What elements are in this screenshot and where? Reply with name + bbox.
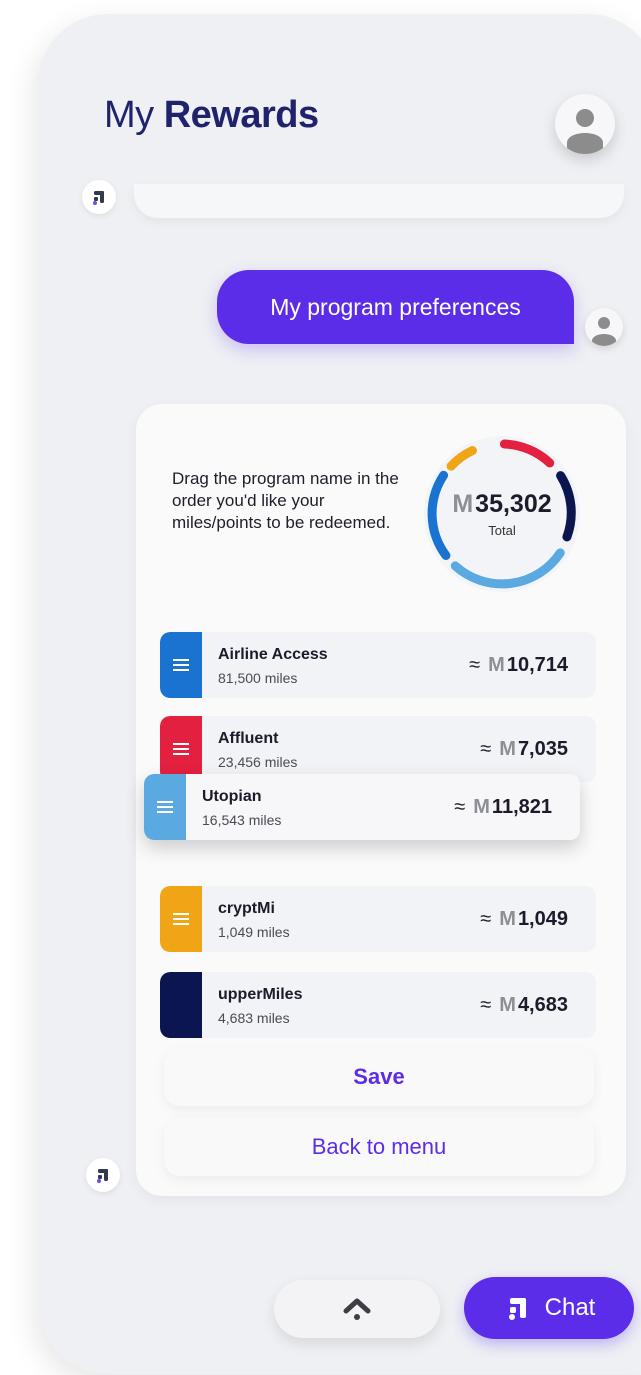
assistant-logo-icon [93, 191, 104, 205]
program-value: ≈ M 4,683 [480, 994, 568, 1017]
program-name: upperMiles [218, 986, 303, 1003]
program-value-number: 10,714 [506, 654, 568, 676]
drag-handle-icon [157, 801, 173, 813]
page-title-normal: My [104, 94, 154, 136]
assistant-avatar [86, 1158, 120, 1192]
user-icon [567, 109, 603, 154]
total-label: Total [488, 523, 516, 538]
program-row-cryptmi[interactable]: cryptMi 1,049 miles ≈ M 1,049 [160, 886, 596, 952]
program-value-number: 7,035 [517, 738, 568, 760]
program-value: ≈ M 1,049 [480, 908, 568, 931]
program-name: cryptMi [218, 900, 275, 917]
program-miles: 16,543 miles [202, 812, 282, 828]
approx-symbol: ≈ [480, 994, 492, 1016]
program-miles: 1,049 miles [218, 924, 290, 940]
approx-symbol: ≈ [480, 908, 492, 930]
chat-button[interactable]: Chat [464, 1277, 634, 1339]
m-points-icon: M [499, 994, 516, 1016]
user-message-bubble: My program preferences [217, 270, 574, 344]
program-value: ≈ M 10,714 [469, 654, 568, 677]
m-points-icon: M [499, 908, 516, 930]
assistant-logo-icon [97, 1169, 108, 1183]
chevron-up-icon [343, 1298, 371, 1320]
program-name: Utopian [202, 788, 262, 805]
drag-handle-icon [173, 659, 189, 671]
previous-message-bubble [134, 184, 624, 218]
drag-handle[interactable] [160, 716, 202, 782]
program-row-affluent[interactable]: Affluent 23,456 miles ≈ M 7,035 [160, 716, 596, 782]
approx-symbol: ≈ [454, 796, 466, 818]
program-name: Airline Access [218, 646, 328, 663]
chat-button-label: Chat [544, 1294, 596, 1321]
user-message-text: My program preferences [270, 293, 521, 320]
total-points-value: M 35,302 [452, 490, 551, 519]
program-row-airline-access[interactable]: Airline Access 81,500 miles ≈ M 10,714 [160, 632, 596, 698]
program-value-number: 11,821 [491, 796, 552, 818]
assistant-logo-icon [508, 1298, 526, 1320]
scroll-up-button[interactable] [274, 1280, 440, 1338]
program-value-number: 1,049 [517, 908, 568, 930]
user-icon [592, 317, 616, 346]
approx-symbol: ≈ [480, 738, 492, 760]
program-value: ≈ M 7,035 [480, 738, 568, 761]
drag-handle[interactable] [160, 972, 202, 1038]
program-miles: 4,683 miles [218, 1010, 290, 1026]
program-value-number: 4,683 [517, 994, 568, 1016]
program-miles: 23,456 miles [218, 754, 298, 770]
page-title: My Rewards [104, 94, 319, 137]
drag-handle[interactable] [160, 632, 202, 698]
page-title-bold: Rewards [163, 94, 319, 136]
program-name: Affluent [218, 730, 279, 747]
m-points-icon: M [473, 796, 490, 818]
drag-handle[interactable] [160, 886, 202, 952]
m-points-icon: M [499, 738, 516, 760]
m-points-icon: M [488, 654, 505, 676]
instructions-text: Drag the program name in the order you'd… [172, 469, 399, 532]
program-preferences-card: Drag the program name in the order you'd… [136, 404, 626, 1196]
total-points-number: 35,302 [475, 490, 552, 518]
drag-handle-icon [173, 913, 189, 925]
save-button[interactable]: Save [164, 1048, 594, 1106]
program-row-utopian[interactable]: Utopian 16,543 miles ≈ M 11,821 [144, 774, 580, 840]
program-row-uppermiles[interactable]: upperMiles 4,683 miles ≈ M 4,683 [160, 972, 596, 1038]
back-to-menu-button[interactable]: Back to menu [164, 1118, 594, 1176]
approx-symbol: ≈ [469, 654, 481, 676]
assistant-avatar [82, 180, 116, 214]
drag-handle[interactable] [144, 774, 186, 840]
app-screen: My Rewards My program preferences Drag t… [38, 14, 641, 1374]
drag-handle-icon [173, 743, 189, 755]
user-message-avatar [585, 308, 623, 346]
profile-avatar[interactable] [555, 94, 615, 154]
program-value: ≈ M 11,821 [454, 796, 552, 819]
program-miles: 81,500 miles [218, 670, 298, 686]
total-ring-chart: M 35,302 Total [412, 424, 592, 604]
m-points-icon: M [452, 490, 474, 518]
